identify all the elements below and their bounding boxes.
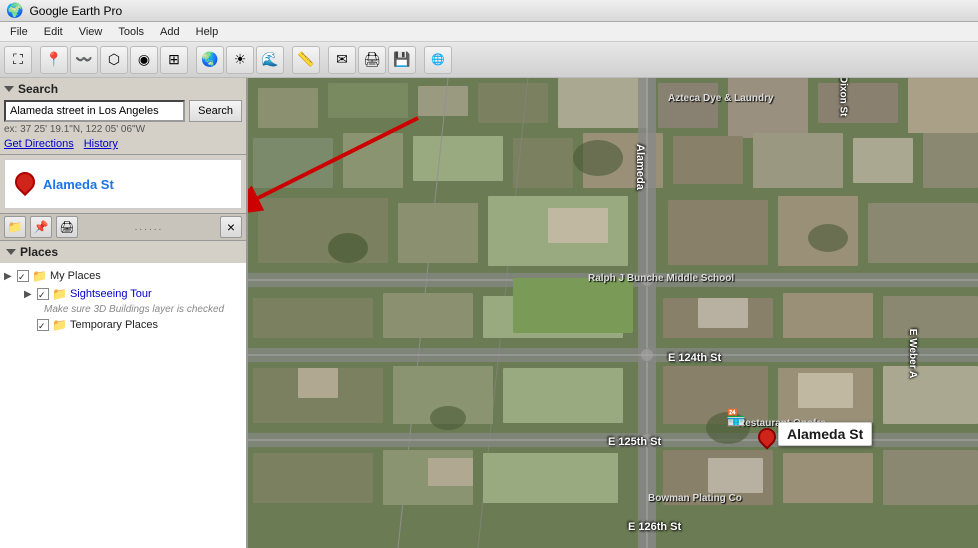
search-input-row: Search [4, 100, 242, 122]
label-temporary: Temporary Places [70, 319, 158, 331]
checkbox-my-places[interactable] [17, 270, 29, 282]
map-background [248, 78, 978, 548]
folder-icon-temporary: 📁 [52, 318, 67, 332]
checkbox-sightseeing[interactable] [37, 288, 49, 300]
map-svg [248, 78, 978, 548]
menu-tools[interactable]: Tools [112, 24, 150, 40]
print-panel-button[interactable]: 🖨 [56, 216, 78, 238]
close-panel-button[interactable]: × [220, 216, 242, 238]
menu-view[interactable]: View [73, 24, 109, 40]
tree-item-my-places: ▶ 📁 My Places [4, 267, 242, 285]
coord-hint: ex: 37 25' 19.1"N, 122 05' 06"W [4, 124, 242, 135]
tree-item-sightseeing: ▶ 📁 Sightseeing Tour [24, 285, 242, 303]
earth-button[interactable]: 🌏 [196, 46, 224, 74]
left-panel: Search Search ex: 37 25' 19.1"N, 122 05'… [0, 78, 248, 548]
folder-icon-my-places: 📁 [32, 269, 47, 283]
main-layout: Search Search ex: 37 25' 19.1"N, 122 05'… [0, 78, 978, 548]
alameda-pin-label: Alameda St [778, 422, 872, 446]
result-pin [15, 172, 35, 196]
app-title: Google Earth Pro [29, 4, 122, 18]
placemark-button[interactable]: 📍 [40, 46, 68, 74]
email-button[interactable]: ✉ [328, 46, 356, 74]
places-header: Places [0, 241, 246, 263]
result-name: Alameda St [43, 177, 114, 192]
places-collapse-icon[interactable] [6, 249, 16, 255]
app-icon: 🌍 [6, 2, 23, 19]
circle-button[interactable]: ◉ [130, 46, 158, 74]
toolbar: ⛶ 📍 〰️ ⬡ ◉ ⊞ 🌏 ☀ 🌊 📏 ✉ 🖨 💾 🌐 [0, 42, 978, 78]
label-my-places: My Places [50, 270, 101, 282]
menu-add[interactable]: Add [154, 24, 186, 40]
menu-file[interactable]: File [4, 24, 34, 40]
get-directions-link[interactable]: Get Directions [4, 138, 74, 150]
path-button[interactable]: 〰️ [70, 46, 98, 74]
tree-item-temporary: 📁 Temporary Places [24, 316, 242, 334]
menu-bar: File Edit View Tools Add Help [0, 22, 978, 42]
menu-edit[interactable]: Edit [38, 24, 69, 40]
history-link[interactable]: History [84, 138, 118, 150]
alameda-pin: Alameda St [758, 428, 776, 446]
places-section: Places ▶ 📁 My Places ▶ 📁 Sightseeing T [0, 241, 246, 548]
globe-button[interactable]: 🌐 [424, 46, 452, 74]
sightseeing-subtitle: Make sure 3D Buildings layer is checked [44, 303, 242, 316]
panel-separator: 📁 📌 🖨 ...... × [0, 213, 246, 241]
places-tree: ▶ 📁 My Places ▶ 📁 Sightseeing Tour Make … [0, 263, 246, 548]
new-placemark-button[interactable]: 📌 [30, 216, 52, 238]
expand-my-places[interactable]: ▶ [4, 271, 14, 282]
pin-body [11, 168, 39, 196]
search-button[interactable]: Search [189, 100, 242, 122]
ruler-button[interactable]: 📏 [292, 46, 320, 74]
expand-sightseeing[interactable]: ▶ [24, 289, 34, 300]
search-collapse-icon[interactable] [4, 86, 14, 92]
sun-button[interactable]: ☀ [226, 46, 254, 74]
title-bar: 🌍 Google Earth Pro [0, 0, 978, 22]
search-results: Alameda St [4, 159, 242, 209]
ocean-button[interactable]: 🌊 [256, 46, 284, 74]
search-links: Get Directions History [4, 138, 242, 150]
restaurant-marker: 🏪 [726, 408, 746, 428]
label-sightseeing[interactable]: Sightseeing Tour [70, 288, 152, 300]
new-folder-button[interactable]: 📁 [4, 216, 26, 238]
menu-help[interactable]: Help [190, 24, 225, 40]
search-section-label: Search [18, 82, 58, 96]
places-section-label: Places [20, 245, 58, 259]
map-area[interactable]: E Dixon St Azteca Dye & Laundry Ralph J … [248, 78, 978, 548]
polygon-button[interactable]: ⬡ [100, 46, 128, 74]
folder-icon-sightseeing: 📁 [52, 287, 67, 301]
checkbox-temporary[interactable] [37, 319, 49, 331]
print-button[interactable]: 🖨 [358, 46, 386, 74]
fullscreen-button[interactable]: ⛶ [4, 46, 32, 74]
panel-resize-handle[interactable]: ...... [82, 222, 216, 233]
search-section: Search Search ex: 37 25' 19.1"N, 122 05'… [0, 78, 246, 155]
save-image-button[interactable]: 💾 [388, 46, 416, 74]
overlay-button[interactable]: ⊞ [160, 46, 188, 74]
search-header: Search [4, 82, 242, 96]
search-input[interactable] [4, 100, 185, 122]
result-item[interactable]: Alameda St [5, 160, 241, 208]
